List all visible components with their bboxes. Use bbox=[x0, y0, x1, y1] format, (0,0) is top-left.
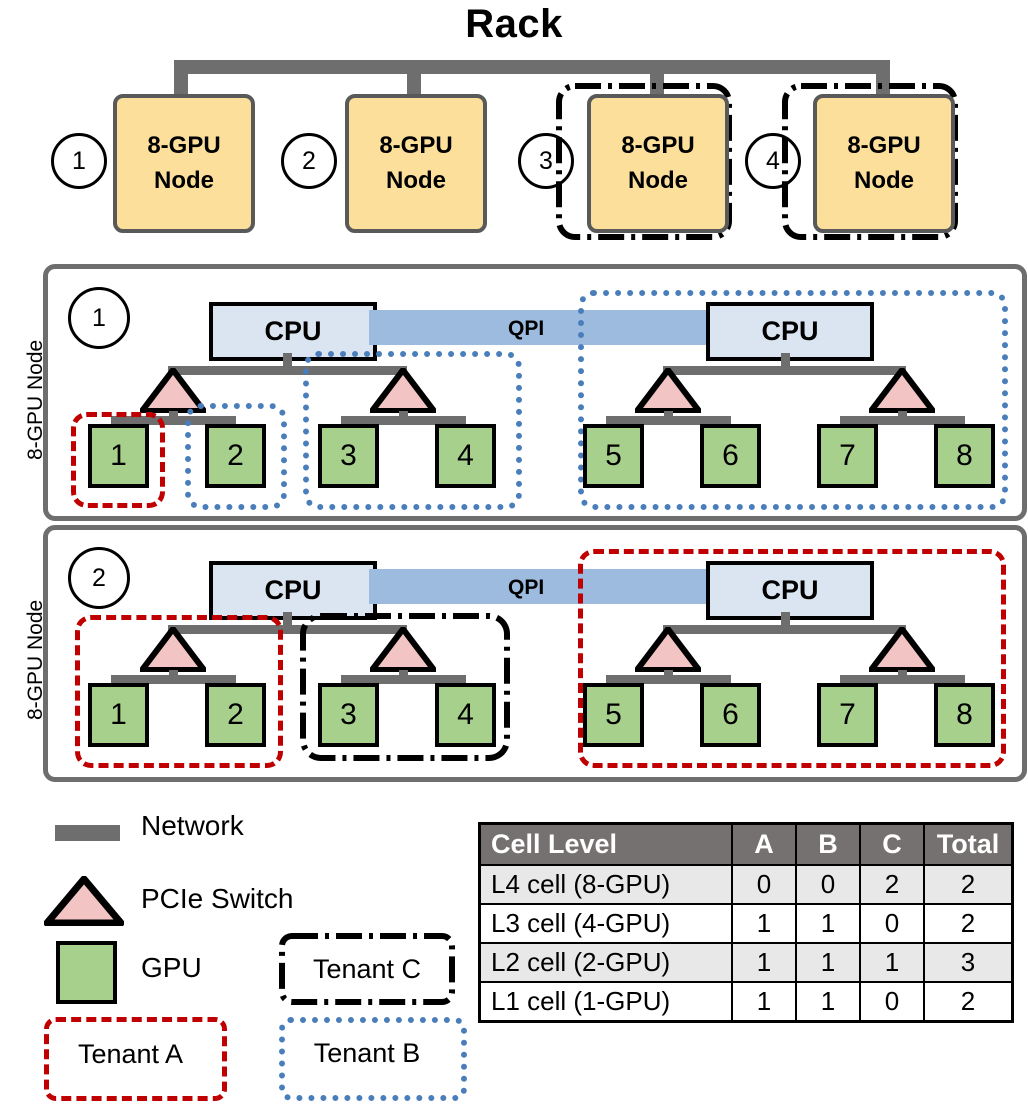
rack-node-4[interactable]: 8-GPU Node bbox=[813, 94, 955, 233]
rack-node-index-1: 1 bbox=[51, 133, 107, 189]
node-1-gpu-2[interactable]: 2 bbox=[205, 424, 266, 488]
node-1-gpu-4[interactable]: 4 bbox=[435, 424, 496, 488]
page-title: Rack bbox=[465, 2, 563, 46]
rack-bus-horizontal bbox=[174, 60, 890, 74]
legend-pcie-switch-label: PCIe Switch bbox=[141, 883, 294, 914]
node-2-gpu-1[interactable]: 1 bbox=[88, 683, 149, 747]
row-2-a: 1 bbox=[731, 942, 797, 983]
legend-tenant-b-label: Tenant B bbox=[313, 1037, 421, 1068]
rack-node-2-label-bottom: Node bbox=[386, 166, 446, 194]
node-2-gpu-6[interactable]: 6 bbox=[700, 683, 761, 747]
legend-network-label: Network bbox=[141, 810, 244, 841]
row-0-level: L4 cell (8-GPU) bbox=[478, 864, 733, 905]
node-2-gpu-5[interactable]: 5 bbox=[583, 683, 644, 747]
row-3-total: 2 bbox=[923, 981, 1014, 1023]
rack-node-3-label-bottom: Node bbox=[628, 166, 688, 194]
row-2-c: 1 bbox=[859, 942, 925, 983]
legend-gpu-swatch bbox=[56, 941, 117, 1004]
row-3-c: 0 bbox=[859, 981, 925, 1023]
table-header-row: Cell Level A B C Total bbox=[478, 822, 1014, 866]
node-2-gpu-4[interactable]: 4 bbox=[435, 683, 496, 747]
row-1-c: 0 bbox=[859, 903, 925, 944]
rack-node-4-label-bottom: Node bbox=[854, 166, 914, 194]
table-row: L1 cell (1-GPU) 1 1 0 2 bbox=[478, 981, 1014, 1023]
node-2-pcie-switch-4-icon bbox=[869, 627, 935, 672]
node-1-gpu-1[interactable]: 1 bbox=[88, 424, 149, 488]
rack-node-1-label-top: 8-GPU bbox=[147, 131, 221, 159]
table-row: L3 cell (4-GPU) 1 1 0 2 bbox=[478, 903, 1014, 944]
table-header-a: A bbox=[731, 822, 797, 866]
row-0-c: 2 bbox=[859, 864, 925, 905]
rack-node-3-label-top: 8-GPU bbox=[621, 131, 695, 159]
row-3-b: 1 bbox=[795, 981, 861, 1023]
row-0-b: 0 bbox=[795, 864, 861, 905]
node-1-gpu-8[interactable]: 8 bbox=[934, 424, 995, 488]
rack-node-index-3: 3 bbox=[518, 133, 574, 189]
node-1-pcie-switch-3-icon bbox=[635, 368, 701, 413]
row-2-level: L2 cell (2-GPU) bbox=[478, 942, 733, 983]
row-2-b: 1 bbox=[795, 942, 861, 983]
table-header-total: Total bbox=[923, 822, 1014, 866]
table-row: L2 cell (2-GPU) 1 1 1 3 bbox=[478, 942, 1014, 983]
rack-node-2-label-top: 8-GPU bbox=[379, 131, 453, 159]
rack-node-index-4: 4 bbox=[745, 133, 801, 189]
node-2-gpu-8[interactable]: 8 bbox=[934, 683, 995, 747]
table-header-cell-level: Cell Level bbox=[478, 822, 733, 866]
row-2-total: 3 bbox=[923, 942, 1014, 983]
node-1-gpu-6[interactable]: 6 bbox=[700, 424, 761, 488]
node-2-gpu-3[interactable]: 3 bbox=[318, 683, 379, 747]
cell-level-table: Cell Level A B C Total L4 cell (8-GPU) 0… bbox=[478, 822, 1014, 1023]
legend-gpu-label: GPU bbox=[141, 952, 202, 983]
legend-network-swatch bbox=[55, 825, 120, 841]
row-0-total: 2 bbox=[923, 864, 1014, 905]
table-header-b: B bbox=[795, 822, 861, 866]
node-2-cpu-left: CPU bbox=[209, 561, 377, 620]
row-0-a: 0 bbox=[731, 864, 797, 905]
table-row: L4 cell (8-GPU) 0 0 2 2 bbox=[478, 864, 1014, 905]
cell-level-table-wrap: Cell Level A B C Total L4 cell (8-GPU) 0… bbox=[478, 822, 1014, 1023]
node-1-cpu-left: CPU bbox=[209, 302, 377, 361]
node-2-pcie-switch-3-icon bbox=[635, 627, 701, 672]
node-2-pcie-switch-1-icon bbox=[140, 627, 206, 672]
legend-tenant-c-label: Tenant C bbox=[312, 953, 422, 984]
node-2-cpu-right: CPU bbox=[706, 561, 874, 620]
node-2-qpi-label: QPI bbox=[508, 576, 545, 599]
node-2-gpu-2[interactable]: 2 bbox=[205, 683, 266, 747]
rack-node-index-2: 2 bbox=[281, 133, 337, 189]
legend-tenant-a-label: Tenant A bbox=[77, 1038, 184, 1069]
node-1-pcie-switch-2-icon bbox=[370, 368, 436, 413]
row-1-total: 2 bbox=[923, 903, 1014, 944]
rack-node-1-label-bottom: Node bbox=[154, 166, 214, 194]
node-1-gpu-5[interactable]: 5 bbox=[583, 424, 644, 488]
rack-node-4-label-top: 8-GPU bbox=[847, 131, 921, 159]
node-1-pcie-switch-4-icon bbox=[869, 368, 935, 413]
table-header-c: C bbox=[859, 822, 925, 866]
rack-node-1[interactable]: 8-GPU Node bbox=[113, 94, 255, 233]
node-1-gpu-3[interactable]: 3 bbox=[318, 424, 379, 488]
row-3-level: L1 cell (1-GPU) bbox=[478, 981, 733, 1023]
node-1-pcie-switch-1-icon bbox=[140, 368, 206, 413]
node-1-qpi-label: QPI bbox=[508, 317, 545, 340]
row-3-a: 1 bbox=[731, 981, 797, 1023]
row-1-a: 1 bbox=[731, 903, 797, 944]
node-2-gpu-7[interactable]: 7 bbox=[817, 683, 878, 747]
node-1-index: 1 bbox=[68, 287, 130, 349]
node-1-cpu-right: CPU bbox=[706, 302, 874, 361]
row-1-b: 1 bbox=[795, 903, 861, 944]
rack-node-2[interactable]: 8-GPU Node bbox=[345, 94, 487, 233]
legend-pcie-switch-icon bbox=[44, 876, 124, 926]
node-1-gpu-7[interactable]: 7 bbox=[817, 424, 878, 488]
row-1-level: L3 cell (4-GPU) bbox=[478, 903, 733, 944]
node-2-index: 2 bbox=[68, 547, 130, 609]
rack-node-3[interactable]: 8-GPU Node bbox=[587, 94, 729, 233]
